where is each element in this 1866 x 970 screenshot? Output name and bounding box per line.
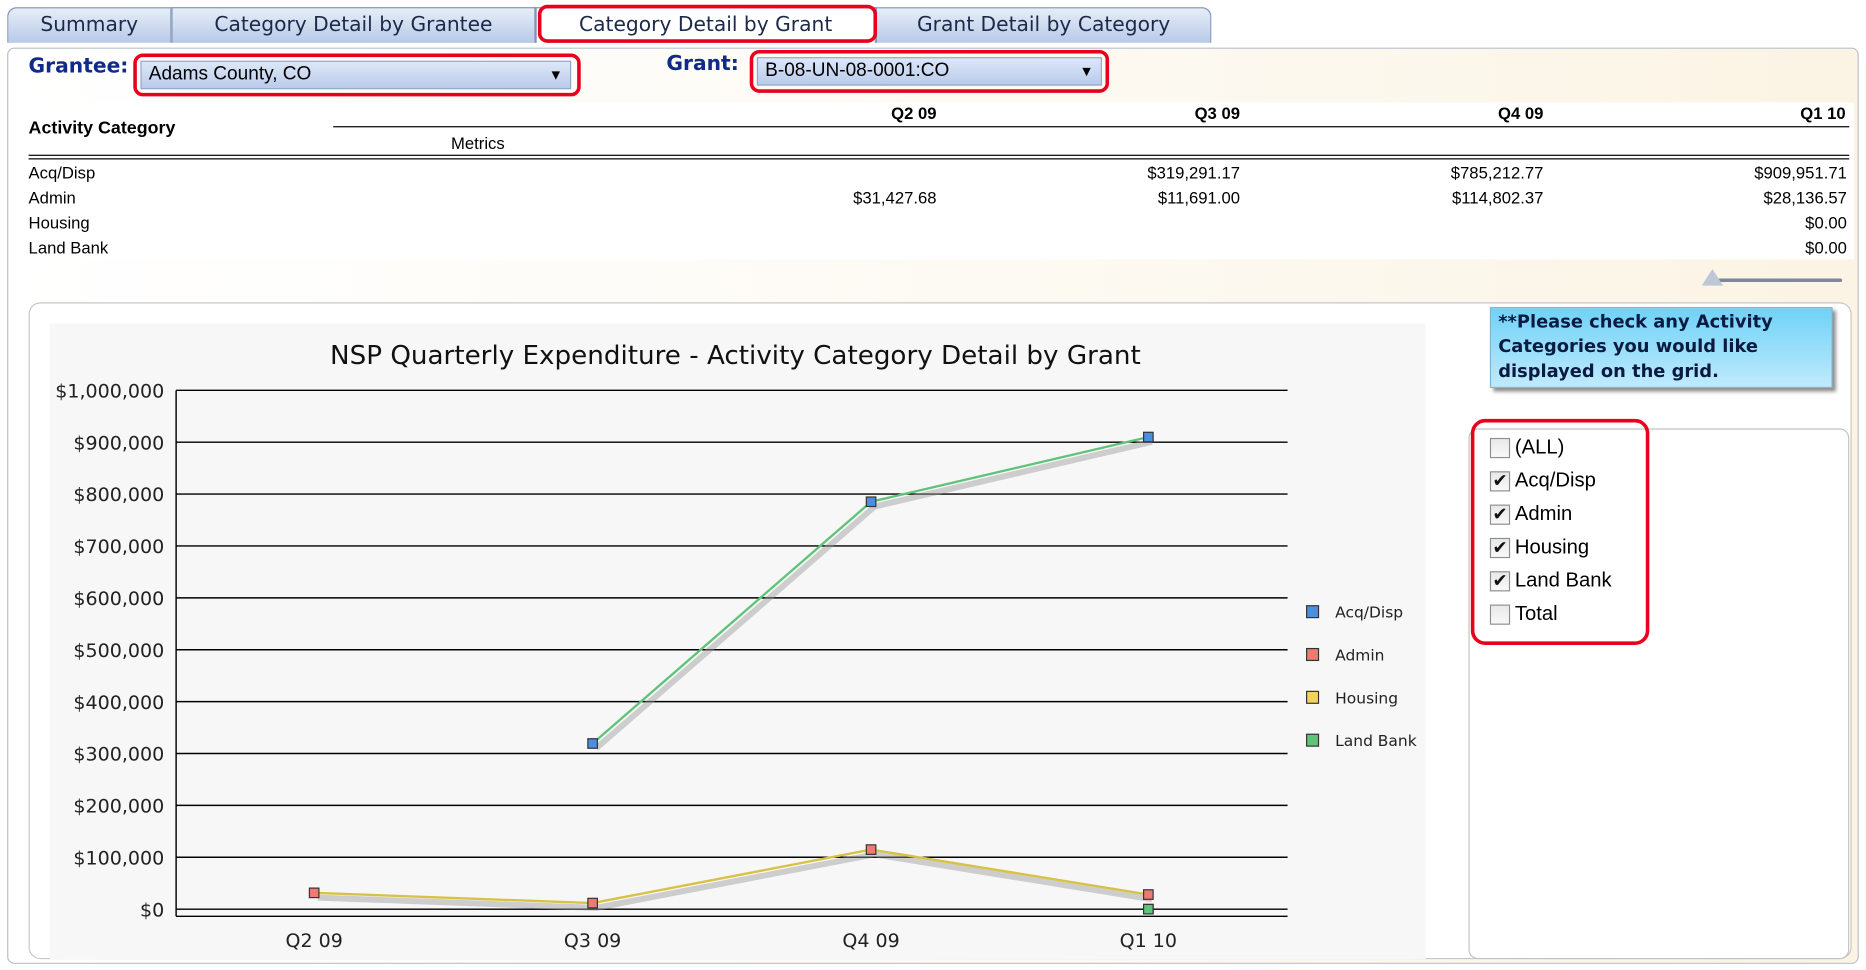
legend-swatch	[1306, 647, 1320, 662]
y-tick-label: $500,000	[73, 640, 164, 662]
checkbox-label: Total	[1514, 602, 1558, 625]
data-point	[587, 738, 598, 749]
chevron-down-icon[interactable]: ▼	[1079, 58, 1093, 84]
check-icon[interactable]: ✔	[1489, 503, 1511, 525]
checkbox-all[interactable]: (ALL)	[1489, 433, 1565, 462]
app-root: Summary Category Detail by Grantee Categ…	[0, 0, 1866, 970]
row-label-land-bank: Land Bank	[28, 238, 109, 258]
grid-cell: $0.00	[1805, 213, 1847, 233]
grid-cell: $31,427.68	[853, 188, 937, 208]
grid-header-q2-09[interactable]: Q2 09	[794, 104, 936, 123]
tab-grant-detail-by-category[interactable]: Grant Detail by Category	[875, 7, 1212, 43]
y-tick-label: $200,000	[73, 796, 164, 818]
grid-cell: $909,951.71	[1754, 163, 1847, 183]
grant-dropdown[interactable]: B-08-UN-08-0001:CO ▼	[756, 57, 1102, 86]
data-point	[587, 897, 598, 909]
y-tick-label: $800,000	[73, 484, 164, 506]
zoom-slider-track[interactable]	[1708, 278, 1843, 283]
data-point	[1142, 903, 1154, 915]
grant-value: B-08-UN-08-0001:CO	[765, 60, 950, 81]
legend-label: Land Bank	[1335, 732, 1417, 750]
check-icon[interactable]: ✔	[1489, 537, 1511, 558]
checkbox-admin[interactable]: ✔ Admin	[1489, 500, 1573, 529]
grantee-value: Adams County, CO	[148, 64, 312, 85]
data-point	[865, 496, 877, 508]
check-icon[interactable]: ✔	[1489, 470, 1511, 491]
tab-category-detail-by-grant[interactable]: Category Detail by Grant	[535, 7, 876, 43]
grid-cell: $319,291.17	[1147, 163, 1240, 183]
x-tick-label: Q3 09	[564, 930, 621, 952]
zoom-slider-thumb[interactable]	[1701, 268, 1724, 286]
legend-label: Admin	[1335, 646, 1384, 664]
row-label-acq-disp: Acq/Disp	[28, 163, 96, 183]
legend-swatch	[1306, 690, 1320, 704]
checkbox-land-bank[interactable]: ✔ Land Bank	[1489, 566, 1612, 595]
data-point	[308, 887, 320, 899]
tab-bar: Summary Category Detail by Grantee Categ…	[7, 7, 1212, 43]
checkbox-label: Land Bank	[1514, 568, 1612, 592]
grid-cell: $28,136.57	[1763, 188, 1847, 208]
grid-cell: $11,691.00	[1157, 188, 1240, 208]
checkbox-box[interactable]	[1489, 603, 1511, 625]
grid-header-q4-09[interactable]: Q4 09	[1401, 104, 1543, 123]
legend-swatch	[1306, 605, 1320, 619]
x-tick-label: Q4 09	[842, 930, 899, 952]
series-line	[591, 435, 1149, 745]
legend-swatch	[1306, 733, 1320, 747]
checkbox-label: (ALL)	[1514, 435, 1565, 459]
checkbox-acq-disp[interactable]: ✔ Acq/Disp	[1489, 466, 1596, 495]
checkbox-label: Housing	[1514, 535, 1590, 559]
y-tick-label: $100,000	[73, 847, 164, 869]
chart-container: NSP Quarterly Expenditure - Activity Cat…	[49, 323, 1426, 960]
tab-category-detail-by-grantee[interactable]: Category Detail by Grantee	[171, 7, 536, 43]
chart-title: NSP Quarterly Expenditure - Activity Cat…	[330, 341, 1141, 371]
grid-header-divider	[333, 126, 1850, 128]
grantee-dropdown[interactable]: Adams County, CO ▼	[140, 60, 572, 90]
grid-header-q1-10[interactable]: Q1 10	[1703, 104, 1845, 123]
x-tick-label: Q2 09	[285, 930, 342, 952]
instruction-tooltip: **Please check any Activity Categories y…	[1489, 307, 1833, 388]
x-tick-label: Q1 10	[1120, 930, 1177, 952]
legend-label: Housing	[1335, 689, 1398, 707]
grid-divider	[28, 154, 1850, 156]
row-label-admin: Admin	[28, 188, 76, 208]
row-label-housing: Housing	[28, 213, 90, 233]
legend-label: Acq/Disp	[1335, 604, 1403, 622]
grid-cell: $785,212.77	[1450, 163, 1544, 183]
y-tick-label: $900,000	[73, 432, 164, 454]
checkbox-housing[interactable]: ✔ Housing	[1489, 533, 1590, 562]
y-tick-label: $700,000	[73, 536, 164, 558]
y-tick-label: $300,000	[73, 744, 164, 766]
y-tick-label: $1,000,000	[55, 380, 164, 402]
check-icon[interactable]: ✔	[1489, 570, 1511, 591]
checkbox-label: Admin	[1514, 502, 1573, 525]
grid-header-q3-09[interactable]: Q3 09	[1097, 104, 1240, 123]
grid-header-activity-category: Activity Category	[28, 117, 176, 139]
data-point	[1142, 431, 1154, 443]
checkbox-total[interactable]: Total	[1489, 600, 1558, 629]
grid-cell: $114,802.37	[1452, 188, 1544, 208]
y-tick-label: $0	[140, 899, 164, 921]
y-tick-label: $600,000	[73, 588, 164, 610]
grant-label: Grant:	[666, 52, 739, 77]
grid-divider	[28, 158, 1850, 160]
checkbox-box[interactable]	[1489, 437, 1511, 458]
grantee-label: Grantee:	[28, 54, 129, 79]
data-point	[865, 844, 877, 855]
line-chart: NSP Quarterly Expenditure - Activity Cat…	[55, 341, 1417, 952]
checkbox-label: Acq/Disp	[1514, 468, 1596, 492]
data-point	[1142, 889, 1154, 900]
series-line-shadow	[317, 851, 1153, 911]
y-tick-label: $400,000	[73, 692, 164, 714]
grid-header-metrics: Metrics	[451, 133, 505, 153]
chevron-down-icon[interactable]: ▼	[549, 62, 563, 88]
grid-cell: $0.00	[1805, 238, 1847, 258]
tab-summary[interactable]: Summary	[7, 7, 172, 43]
